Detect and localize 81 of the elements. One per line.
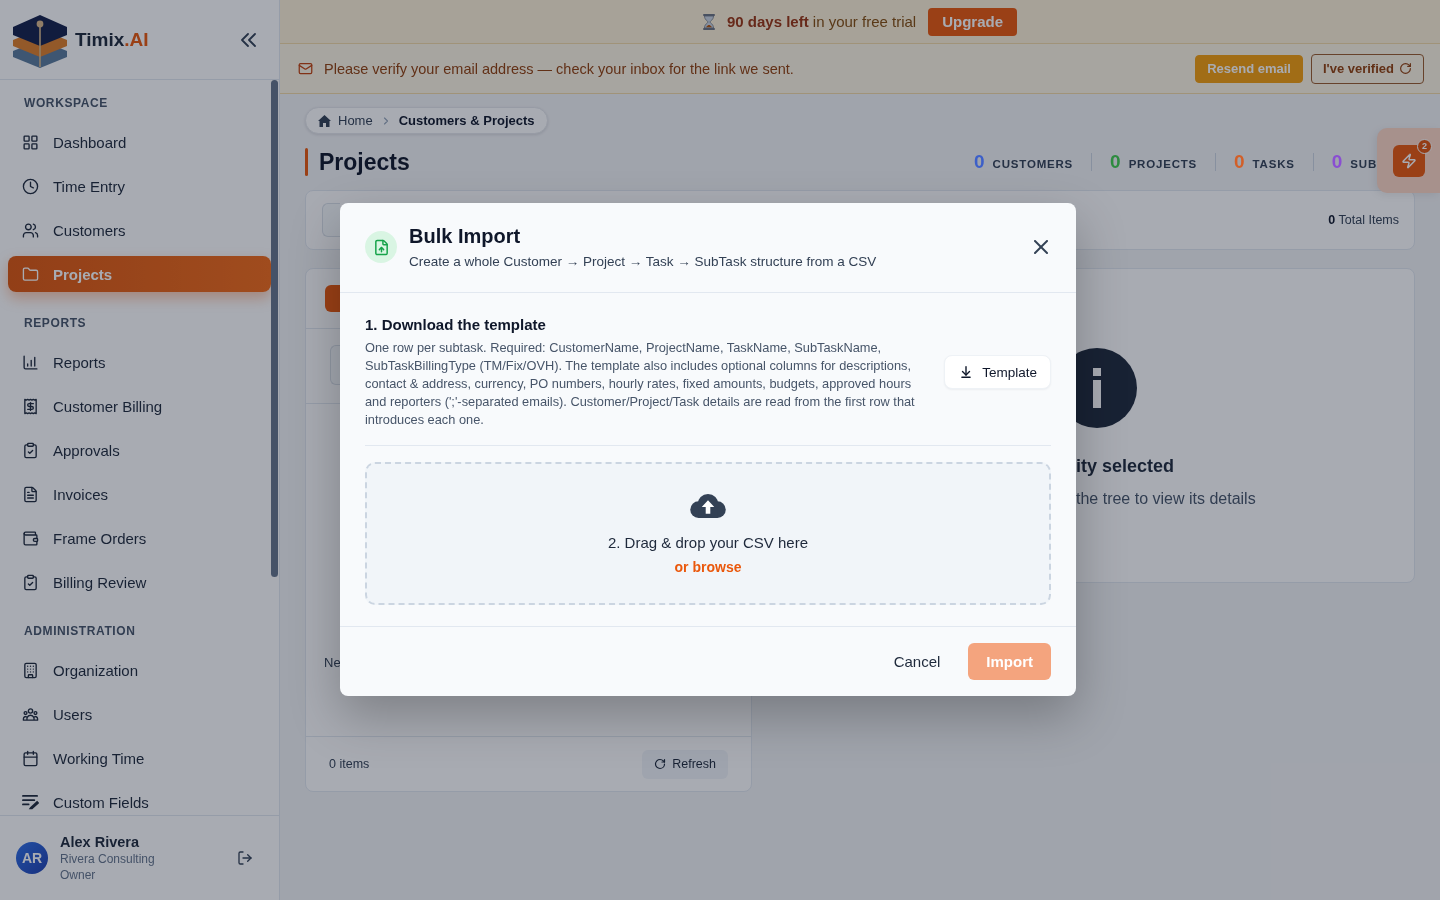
- section-title: REPORTS: [24, 316, 87, 330]
- breadcrumb-link[interactable]: Home: [338, 113, 373, 128]
- building-icon: [22, 661, 39, 679]
- home-icon: [318, 114, 331, 127]
- download-icon: [959, 365, 974, 379]
- input-field[interactable]: [322, 203, 340, 237]
- mail-icon: [298, 61, 313, 76]
- nav-item[interactable]: Reports: [8, 344, 271, 380]
- total-items-count: 0 Total Items: [1328, 213, 1399, 227]
- action-button[interactable]: [325, 285, 340, 312]
- avatar: AR: [16, 842, 48, 874]
- nav-item[interactable]: Time Entry: [8, 168, 271, 204]
- wallet-icon: [22, 529, 39, 547]
- user-name: Alex Rivera: [60, 833, 139, 851]
- nav-item[interactable]: Billing Review: [8, 564, 271, 600]
- nav-item[interactable]: Frame Orders: [8, 520, 271, 556]
- breadcrumb-link[interactable]: Customers & Projects: [398, 113, 535, 128]
- nav-item[interactable]: Invoices: [8, 476, 271, 512]
- verify-email-text: Please verify your email address — check your inbox for the link we sent.: [324, 60, 794, 77]
- scrollbar-thumb[interactable]: [271, 80, 278, 577]
- file-upload-icon: [365, 231, 397, 263]
- refresh-icon: [654, 758, 667, 770]
- trial-text: 90 days left in your free trial: [726, 13, 917, 30]
- nav-item[interactable]: Users: [8, 696, 271, 732]
- nav-item[interactable]: Approvals: [8, 432, 271, 468]
- hourglass-icon: [702, 13, 715, 30]
- title-accent-bar: [305, 148, 308, 176]
- clipboard-check-icon: [22, 573, 39, 591]
- cloud-upload-icon: [690, 494, 726, 518]
- empty-state-title: ity selected: [1076, 455, 1175, 478]
- clipboard-check-icon: [22, 441, 39, 459]
- stat-value: 0: [1110, 151, 1121, 173]
- section-title: WORKSPACE: [24, 96, 108, 110]
- template-button[interactable]: Template: [944, 355, 1051, 389]
- brand-name: Timix.AI: [75, 28, 149, 51]
- cancel-button[interactable]: Cancel: [881, 643, 953, 680]
- step-heading: 1. Download the template: [365, 315, 546, 335]
- verified-button[interactable]: I've verified: [1310, 53, 1424, 84]
- step-description: One row per subtask. Required: CustomerName, ProjectName, TaskName, SubTaskName, SubTaskBillingType (TM/Fix/OVH). The template also includes optional columns for descriptions, contact & address, currency, PO numbers, hourly rates, fixed amounts, budgets, approved hours and reporters (';'-separated emails). Customer/Project/Task details are read from the first row that introduces each one.: [365, 339, 916, 429]
- document-icon: [22, 485, 39, 503]
- page-title: Projects: [319, 148, 411, 176]
- clock-icon: [22, 177, 39, 195]
- nav-item[interactable]: Customer Billing: [8, 388, 271, 424]
- double-chevron-left-icon[interactable]: [241, 32, 256, 47]
- group-icon: [22, 705, 39, 723]
- dialog-subtitle: Create a whole Customer → Project → Task → SubTask structure from a CSV: [409, 253, 877, 271]
- input-field[interactable]: [330, 345, 340, 385]
- dialog-title: Bulk Import: [409, 224, 521, 249]
- people-icon: [22, 221, 39, 239]
- user-role: Owner: [60, 867, 96, 883]
- folder-icon: [22, 265, 39, 283]
- list-pencil-icon: [22, 794, 39, 810]
- stat-label: SUB: [1350, 158, 1377, 170]
- calendar-icon: [22, 749, 39, 767]
- file-drop-zone[interactable]: 2. Drag & drop your CSV here or browse: [365, 462, 1051, 605]
- refresh-button[interactable]: Refresh: [642, 749, 728, 779]
- close-icon[interactable]: [1034, 240, 1048, 254]
- logout-icon[interactable]: [237, 850, 253, 866]
- refresh-icon: [1399, 62, 1412, 75]
- drop-zone-text: 2. Drag & drop your CSV here: [607, 533, 809, 553]
- nav-item[interactable]: Organization: [8, 652, 271, 688]
- stat-label: TASKS: [1252, 158, 1295, 170]
- notification-badge: 2: [1417, 138, 1432, 154]
- user-company: Rivera Consulting: [60, 851, 155, 867]
- section-title: ADMINISTRATION: [24, 624, 136, 638]
- stat-value: 0: [1331, 151, 1343, 173]
- nav-item[interactable]: Custom Fields: [8, 784, 271, 815]
- nav-item[interactable]: Working Time: [8, 740, 271, 776]
- nav-item[interactable]: Dashboard: [8, 124, 271, 160]
- lightning-icon: [1401, 152, 1417, 169]
- items-count: 0 items: [329, 757, 370, 771]
- receipt-icon: [22, 397, 39, 415]
- stat-label: PROJECTS: [1128, 158, 1198, 170]
- grid-icon: [22, 133, 39, 151]
- stat-value: 0: [974, 151, 985, 173]
- stat-label: CUSTOMERS: [992, 158, 1074, 170]
- bar-chart-icon: [22, 353, 39, 371]
- panel-text: Ne: [324, 655, 341, 671]
- empty-state-hint: the tree to view its details: [1076, 489, 1256, 509]
- stat-value: 0: [1234, 151, 1245, 173]
- nav-item[interactable]: Customers: [8, 212, 271, 248]
